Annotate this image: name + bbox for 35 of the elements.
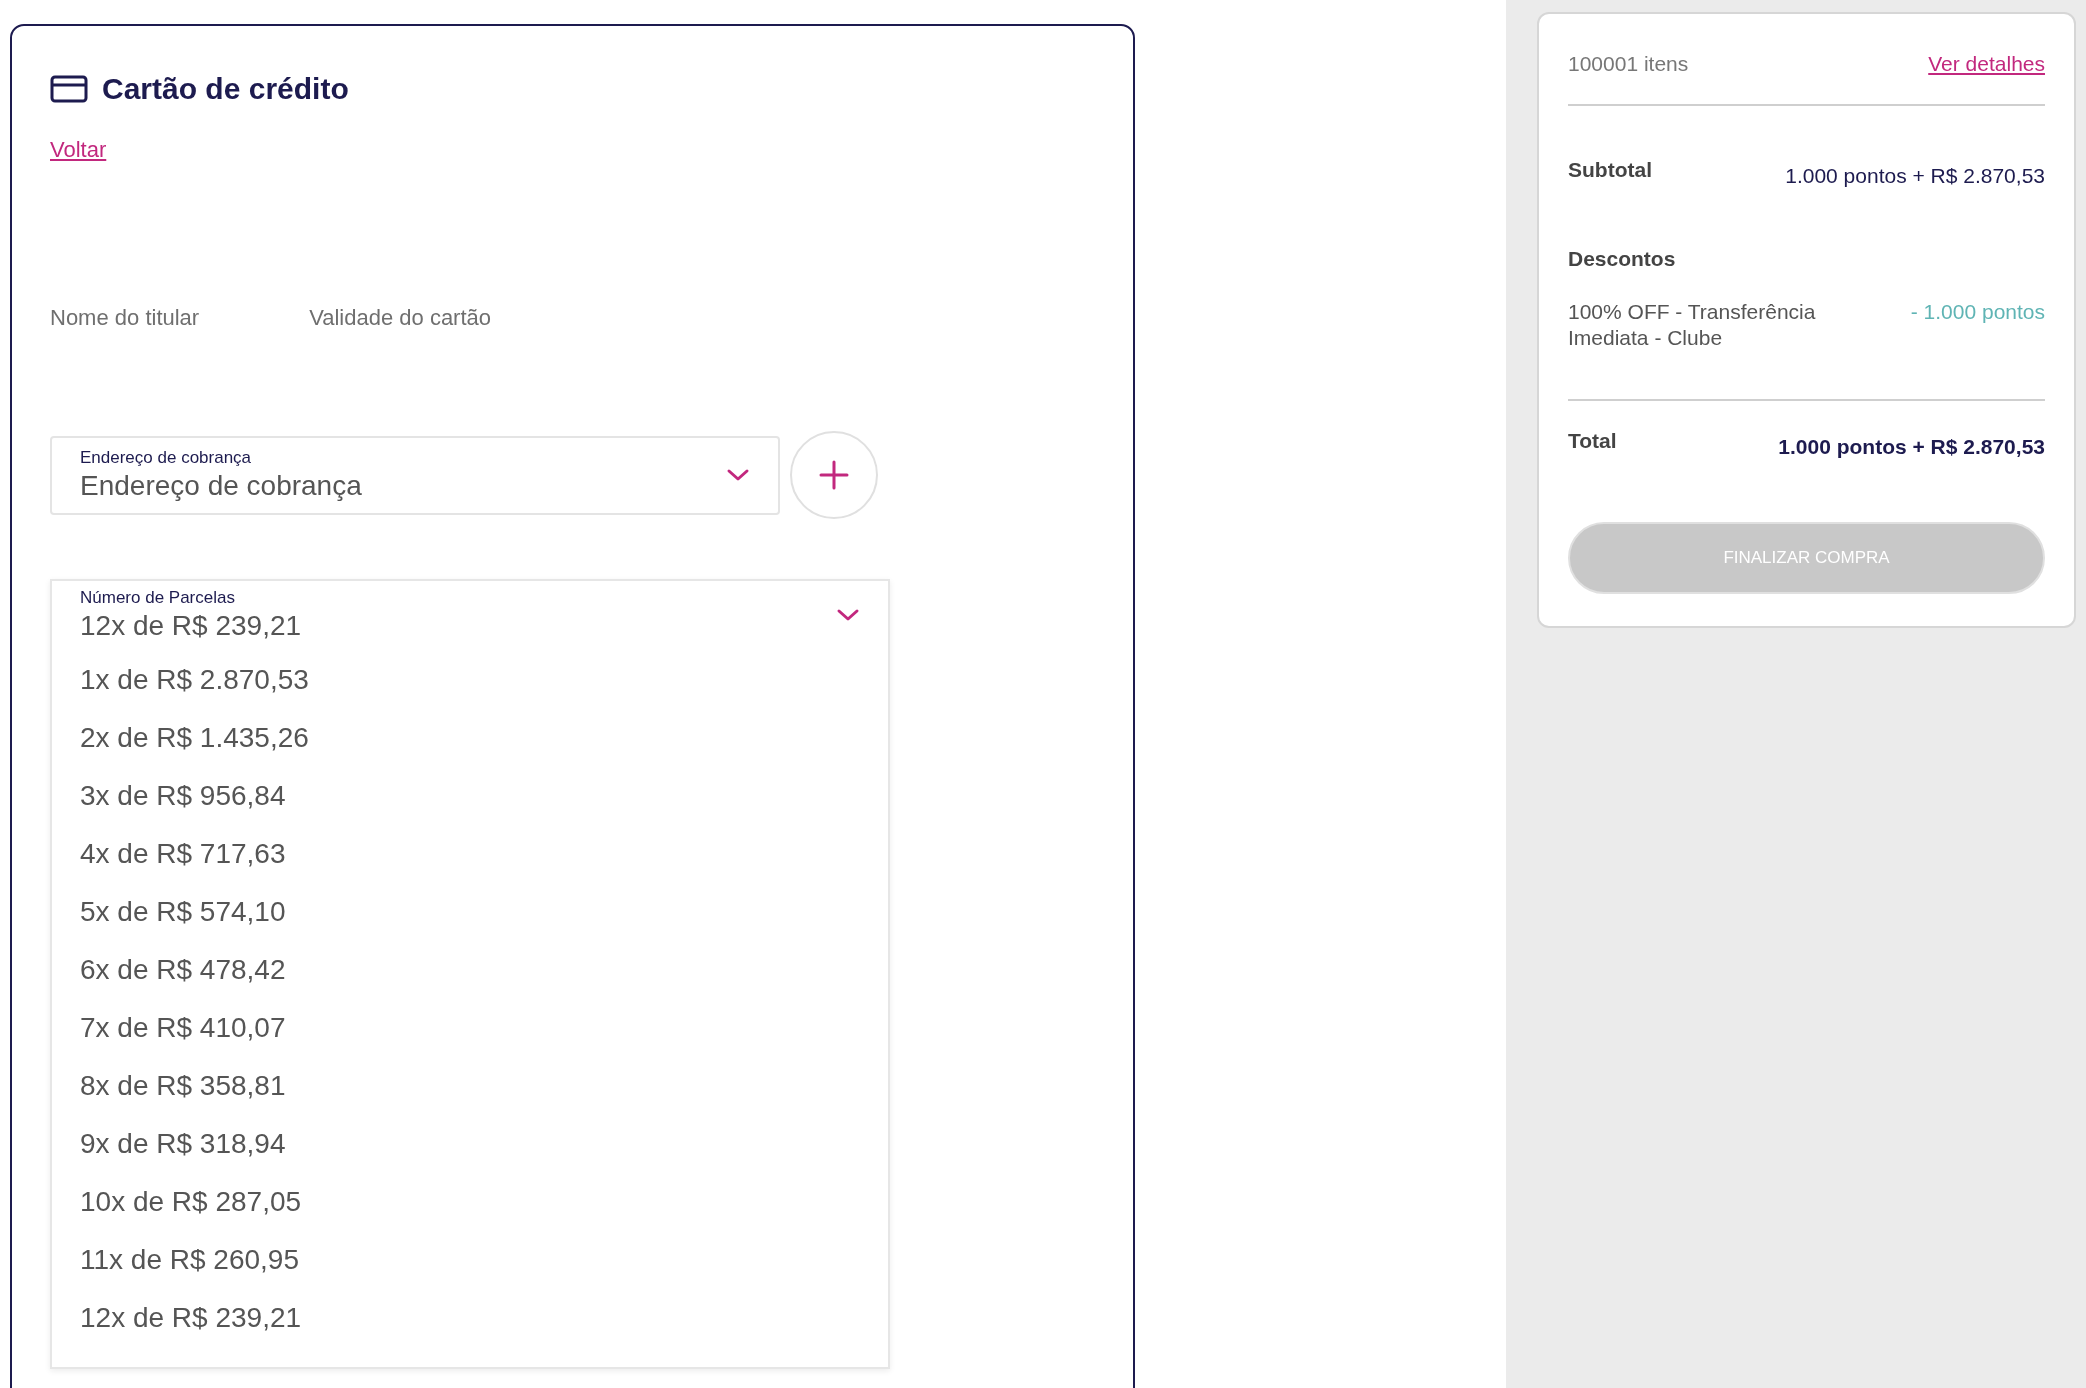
discounts-label: Descontos	[1568, 246, 1677, 272]
select-label: Número de Parcelas	[80, 587, 236, 609]
installment-option[interactable]: 9x de R$ 318,94	[52, 1115, 888, 1174]
details-link[interactable]: Ver detalhes	[1928, 48, 2045, 80]
installment-option[interactable]: 2x de R$ 1.435,26	[52, 709, 888, 768]
total-value: 1.000 pontos + R$ 2.870,53	[1778, 433, 2045, 460]
installment-option[interactable]: 7x de R$ 410,07	[52, 999, 888, 1058]
subtotal-label: Subtotal	[1568, 156, 1652, 183]
chevron-down-icon	[726, 468, 750, 482]
installments-dropdown[interactable]	[50, 579, 890, 1370]
plus-icon	[819, 460, 849, 490]
installment-option[interactable]: 4x de R$ 717,63	[52, 825, 888, 884]
select-label: Endereço de cobrança	[80, 446, 253, 469]
select-value: Endereço de cobrança	[80, 469, 363, 504]
installment-option[interactable]: 8x de R$ 358,81	[52, 1057, 888, 1116]
installment-option[interactable]: 5x de R$ 574,10	[52, 883, 888, 942]
installment-option[interactable]: 11x de R$ 260,95	[52, 1231, 888, 1290]
card-title: Cartão de crédito	[102, 71, 349, 107]
total-label: Total	[1568, 427, 1617, 454]
discount-name: 100% OFF - Transferência Imediata - Clube	[1568, 298, 1817, 351]
credit-card-icon	[50, 74, 88, 103]
subtotal-value: 1.000 pontos + R$ 2.870,53	[1785, 162, 2045, 189]
back-link[interactable]: Voltar	[50, 133, 107, 166]
installment-option[interactable]: 10x de R$ 287,05	[52, 1173, 888, 1232]
installment-option[interactable]: 1x de R$ 2.870,53	[52, 651, 888, 710]
select-value: 12x de R$ 239,21	[80, 609, 303, 644]
item-count: 100001 itens	[1568, 51, 1689, 77]
discount-value: - 1.000 pontos	[1910, 298, 2045, 325]
add-button[interactable]	[790, 431, 878, 519]
installment-option[interactable]: 6x de R$ 478,42	[52, 941, 888, 1000]
field-label: Nome do titular	[50, 304, 200, 332]
installment-option[interactable]: 3x de R$ 956,84	[52, 767, 888, 826]
field-label: Validade do cartão	[309, 304, 492, 332]
installment-option[interactable]: 12x de R$ 239,21	[52, 1289, 888, 1348]
billing-address-select[interactable]: Endereço de cobrança Endereço de cobrança	[50, 435, 780, 515]
